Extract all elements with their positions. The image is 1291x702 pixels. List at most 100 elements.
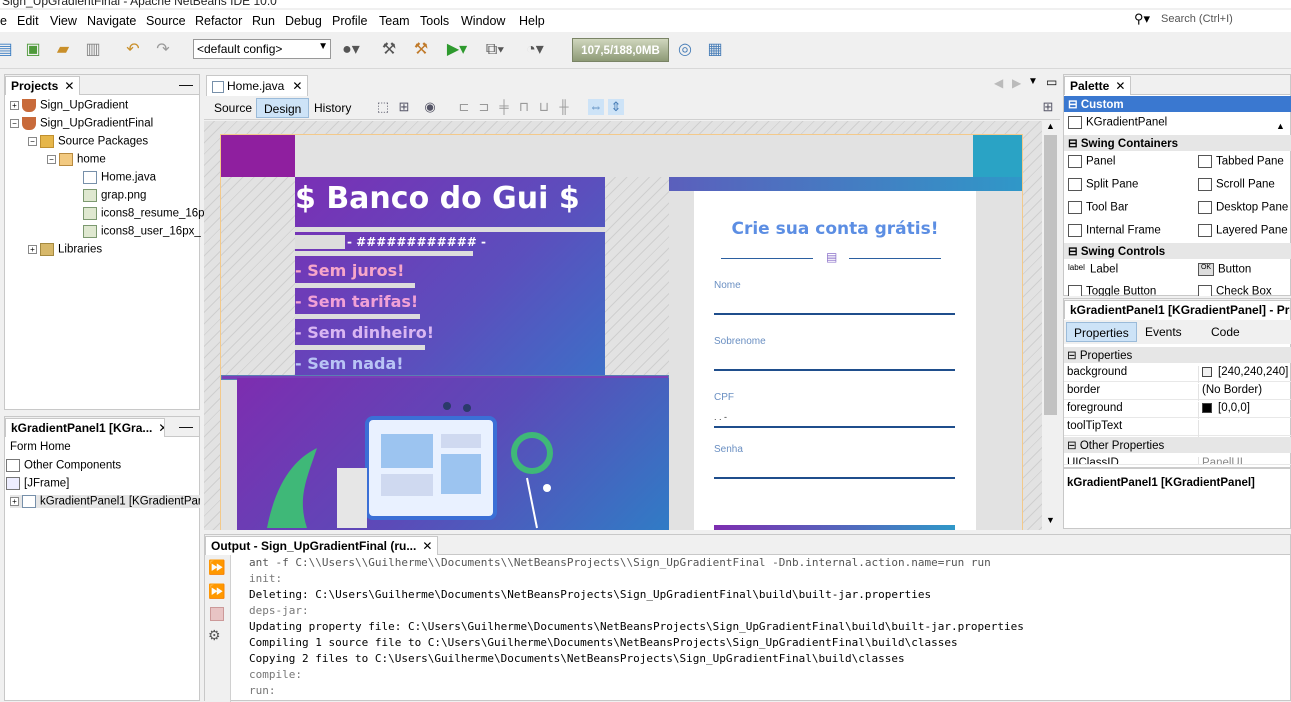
palette-item-kgradientpanel[interactable]: KGradientPanel bbox=[1068, 116, 1167, 129]
palette-category-custom[interactable]: ⊟ Custom bbox=[1064, 96, 1291, 112]
palette-item-label[interactable]: label Label bbox=[1068, 263, 1118, 276]
editor-tab-home-java[interactable]: Home.java ✕ bbox=[206, 75, 309, 96]
collapse-icon[interactable]: − bbox=[47, 155, 56, 164]
minimize-icon[interactable]: — bbox=[179, 418, 193, 434]
connection-mode-icon[interactable]: ⊞ bbox=[396, 99, 412, 115]
signup-card[interactable]: Crie sua conta grátis! ▤ Nome Sobrenome … bbox=[694, 191, 976, 530]
tree-item-source-packages[interactable]: − Source Packages bbox=[28, 135, 148, 148]
tree-item-icons8-user[interactable]: icons8_user_16px_ bbox=[83, 225, 201, 238]
submit-button[interactable] bbox=[714, 525, 955, 530]
property-tooltiptext[interactable]: toolTipText bbox=[1064, 418, 1291, 437]
settings-icon[interactable]: ⚙ bbox=[208, 627, 221, 644]
vertical-scrollbar[interactable]: ▲ ▼ bbox=[1042, 121, 1060, 530]
undo-icon[interactable]: ↶ bbox=[122, 39, 144, 61]
menu-edit[interactable]: Edit bbox=[17, 14, 39, 28]
nome-field[interactable] bbox=[714, 313, 955, 315]
property-uiclassid[interactable]: UIClassID PanelUI bbox=[1064, 455, 1291, 465]
nav-item-form-home[interactable]: Form Home bbox=[10, 441, 71, 453]
history-view-button[interactable]: History bbox=[307, 98, 358, 118]
property-foreground[interactable]: foreground [0,0,0] bbox=[1064, 400, 1291, 419]
resize-horizontal-icon[interactable]: ⇔ bbox=[588, 99, 604, 115]
palette-category-swing-containers[interactable]: ⊟ Swing Containers bbox=[1064, 135, 1291, 151]
navigator-tab[interactable]: kGradientPanel1 [KGra... ✕ bbox=[5, 418, 165, 437]
align-bottom-icon[interactable]: ⊔ bbox=[536, 99, 552, 115]
profile-memory-icon[interactable]: ▦ bbox=[704, 39, 726, 61]
menu-window[interactable]: Window bbox=[461, 14, 505, 28]
center-vertically-icon[interactable]: ╫ bbox=[556, 99, 572, 115]
clean-build-icon[interactable]: ⚒ bbox=[410, 39, 432, 61]
menu-source[interactable]: Source bbox=[146, 14, 186, 28]
tree-item-home-java[interactable]: Home.java bbox=[83, 171, 156, 184]
palette-item-panel[interactable]: Panel bbox=[1068, 155, 1115, 168]
events-tab[interactable]: Events bbox=[1138, 322, 1189, 342]
properties-section[interactable]: ⊟ Properties bbox=[1064, 347, 1291, 363]
preview-design-icon[interactable]: ◉ bbox=[422, 99, 438, 115]
rerun-with-params-icon[interactable]: ⏩ bbox=[208, 583, 225, 600]
tree-item-icons8-resume[interactable]: icons8_resume_16p bbox=[83, 207, 205, 220]
palette-tab[interactable]: Palette ✕ bbox=[1064, 76, 1132, 95]
minimize-icon[interactable]: — bbox=[179, 76, 193, 92]
tree-item-sign-upgradient[interactable]: + Sign_UpGradient bbox=[10, 99, 128, 112]
center-horizontally-icon[interactable]: ╪ bbox=[496, 99, 512, 115]
scrollbar-thumb[interactable] bbox=[1044, 135, 1057, 415]
cpf-field[interactable] bbox=[714, 426, 955, 428]
new-project-icon[interactable]: ▤ bbox=[0, 39, 16, 61]
close-icon[interactable]: ✕ bbox=[64, 79, 74, 93]
scroll-right-icon[interactable]: ▶ bbox=[1012, 76, 1021, 90]
tree-item-sign-upgradientfinal[interactable]: − Sign_UpGradientFinal bbox=[10, 117, 153, 130]
open-project-icon[interactable]: ▰ bbox=[52, 39, 74, 61]
palette-item-tabbed-pane[interactable]: Tabbed Pane bbox=[1198, 155, 1284, 168]
source-view-button[interactable]: Source bbox=[207, 98, 259, 118]
close-icon[interactable]: ✕ bbox=[422, 539, 432, 553]
palette-item-check-box[interactable]: Check Box bbox=[1198, 285, 1272, 296]
build-icon[interactable]: ⚒ bbox=[378, 39, 400, 61]
rerun-icon[interactable]: ⏩ bbox=[208, 559, 225, 576]
palette-item-internal-frame[interactable]: Internal Frame bbox=[1068, 224, 1161, 237]
search-input[interactable]: Search (Ctrl+I) bbox=[1161, 13, 1233, 25]
close-icon[interactable]: ✕ bbox=[292, 79, 302, 93]
menu-help[interactable]: Help bbox=[519, 14, 545, 28]
nav-item-other-components[interactable]: Other Components bbox=[6, 459, 121, 472]
menu-profile[interactable]: Profile bbox=[332, 14, 367, 28]
debug-icon[interactable]: ⧉▾ bbox=[484, 39, 506, 61]
expand-icon[interactable]: + bbox=[10, 497, 19, 506]
sobrenome-field[interactable] bbox=[714, 369, 955, 371]
property-border[interactable]: border (No Border) bbox=[1064, 382, 1291, 401]
chevron-down-icon[interactable]: ▼ bbox=[1028, 76, 1038, 87]
align-left-icon[interactable]: ⊏ bbox=[456, 99, 472, 115]
run-icon[interactable]: ▶▾ bbox=[446, 39, 468, 61]
tree-item-home[interactable]: − home bbox=[47, 153, 106, 166]
menu-file[interactable]: e bbox=[0, 14, 7, 28]
close-project-icon[interactable]: ▥ bbox=[82, 39, 104, 61]
illustration-panel[interactable] bbox=[237, 378, 669, 530]
design-view-button[interactable]: Design bbox=[256, 98, 310, 118]
resize-vertical-icon[interactable]: ⇕ bbox=[608, 99, 624, 115]
menu-team[interactable]: Team bbox=[379, 14, 410, 28]
gc-icon[interactable]: ◎ bbox=[674, 39, 696, 61]
menu-refactor[interactable]: Refactor bbox=[195, 14, 242, 28]
menu-debug[interactable]: Debug bbox=[285, 14, 322, 28]
stop-icon[interactable] bbox=[210, 607, 224, 621]
chevron-up-icon[interactable]: ▲ bbox=[1276, 121, 1285, 131]
other-properties-section[interactable]: ⊟ Other Properties bbox=[1064, 437, 1291, 453]
selection-mode-icon[interactable]: ⬚ bbox=[375, 99, 391, 115]
collapse-icon[interactable]: − bbox=[10, 119, 19, 128]
palette-category-swing-controls[interactable]: ⊟ Swing Controls bbox=[1064, 243, 1291, 259]
palette-item-desktop-pane[interactable]: Desktop Pane bbox=[1198, 201, 1288, 214]
align-top-icon[interactable]: ⊓ bbox=[516, 99, 532, 115]
expand-icon[interactable]: + bbox=[28, 245, 37, 254]
redo-icon[interactable]: ↷ bbox=[152, 39, 174, 61]
chevron-up-icon[interactable]: ▲ bbox=[1046, 121, 1055, 131]
header-panel[interactable]: $ Banco do Gui $ - ############ - - Sem … bbox=[295, 177, 605, 375]
output-tab[interactable]: Output - Sign_UpGradientFinal (ru... ✕ bbox=[205, 536, 439, 555]
nav-item-jframe[interactable]: [JFrame] bbox=[6, 477, 69, 490]
form-preview[interactable]: $ Banco do Gui $ - ############ - - Sem … bbox=[220, 134, 1023, 530]
search-box[interactable]: ⚲▾ Search (Ctrl+I) bbox=[1131, 11, 1291, 29]
palette-item-layered-pane[interactable]: Layered Pane bbox=[1198, 224, 1288, 237]
menu-run[interactable]: Run bbox=[252, 14, 275, 28]
globe-icon[interactable]: ●▾ bbox=[340, 39, 362, 61]
palette-item-button[interactable]: OK Button bbox=[1198, 263, 1251, 276]
align-right-icon[interactable]: ⊐ bbox=[476, 99, 492, 115]
palette-item-scroll-pane[interactable]: Scroll Pane bbox=[1198, 178, 1275, 191]
palette-item-tool-bar[interactable]: Tool Bar bbox=[1068, 201, 1128, 214]
